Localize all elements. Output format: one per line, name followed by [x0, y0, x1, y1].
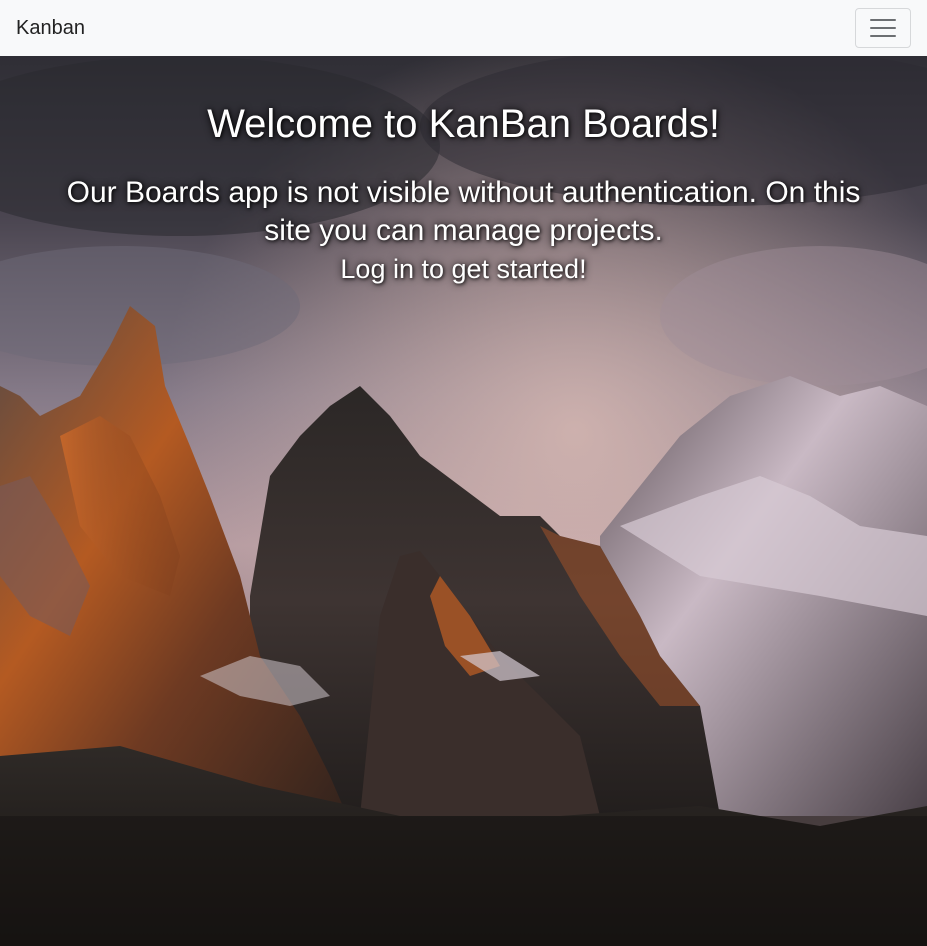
navbar-brand[interactable]: Kanban: [16, 18, 85, 38]
hero-section: Welcome to KanBan Boards! Our Boards app…: [0, 56, 927, 946]
top-navbar: Kanban: [0, 0, 927, 56]
hero-description: Our Boards app is not visible without au…: [66, 176, 861, 247]
hero-call-to-action: Log in to get started!: [340, 254, 587, 284]
hero-title: Welcome to KanBan Boards!: [207, 102, 720, 146]
hamburger-menu-icon: [870, 19, 896, 21]
hero-text-block: Welcome to KanBan Boards! Our Boards app…: [0, 56, 927, 286]
navbar-toggle-button[interactable]: [855, 8, 911, 48]
